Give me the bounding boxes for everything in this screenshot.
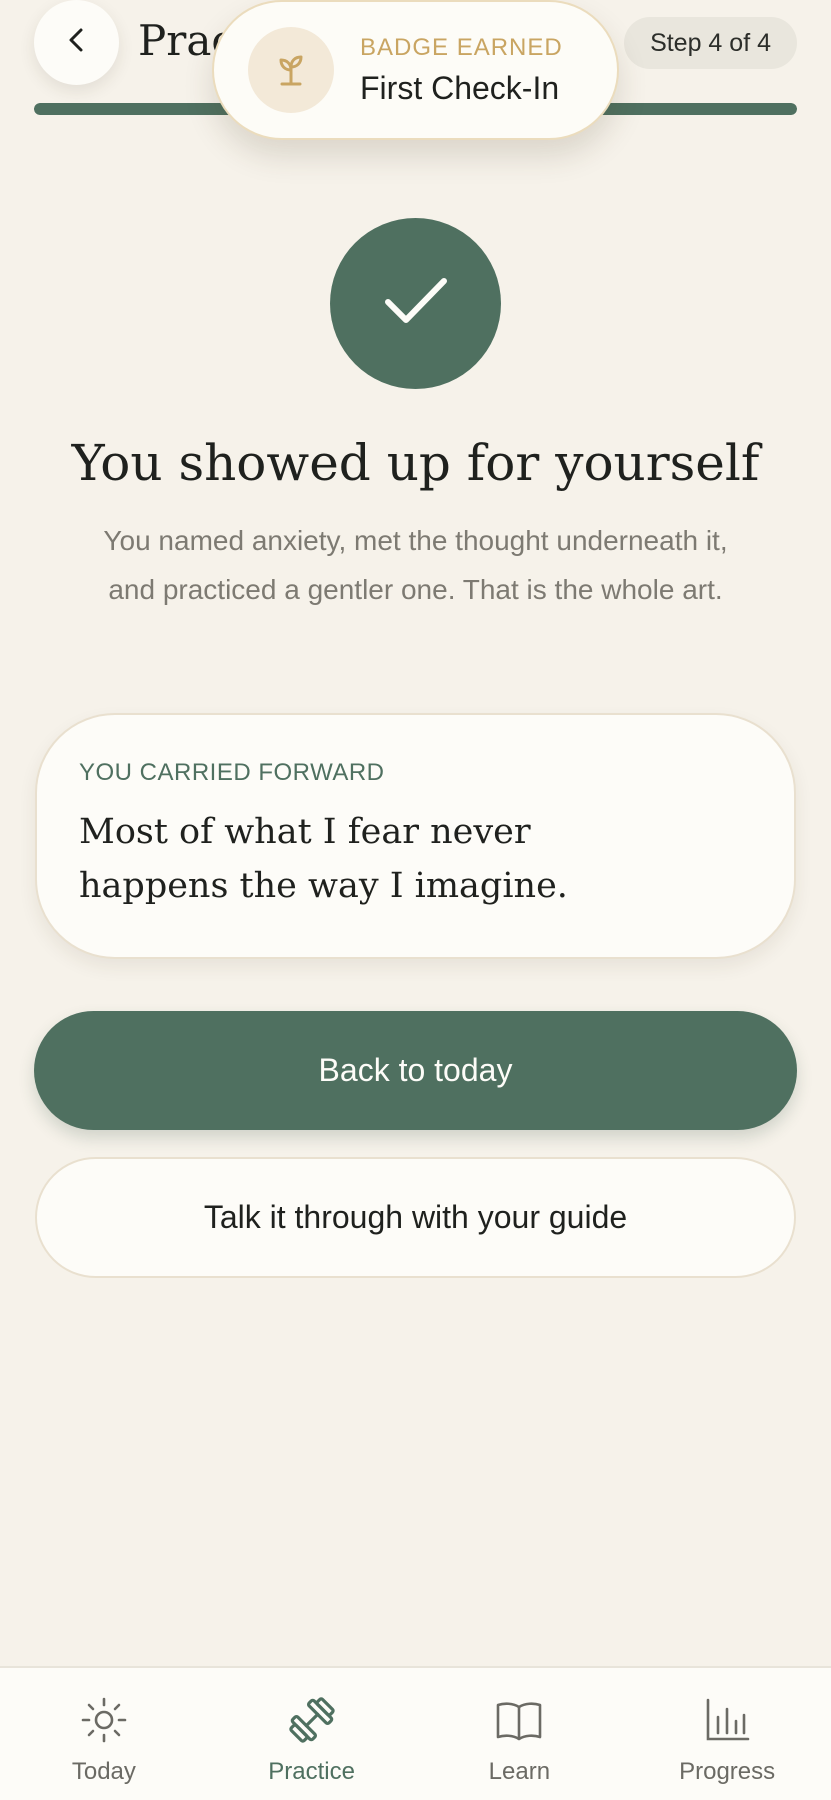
back-to-today-button[interactable]: Back to today — [34, 1011, 797, 1130]
step-indicator: Step 4 of 4 — [624, 17, 797, 69]
completion-body: You named anxiety, met the thought under… — [103, 525, 728, 605]
completion-headline: You showed up for yourself — [71, 434, 760, 492]
nav-label-today: Today — [71, 1758, 136, 1785]
carried-forward-quote: Most of what I fear never happens the wa… — [79, 812, 568, 906]
book-icon — [493, 1694, 545, 1746]
talk-to-guide-button[interactable]: Talk it through with your guide — [35, 1157, 796, 1278]
check-icon — [384, 276, 448, 331]
nav-item-today[interactable]: Today — [0, 1668, 208, 1800]
nav-item-learn[interactable]: Learn — [416, 1668, 624, 1800]
nav-label-practice: Practice — [268, 1758, 355, 1785]
badge-label: BADGE EARNED — [360, 33, 563, 61]
badge-name: First Check-In — [360, 69, 560, 106]
nav-label-progress: Progress — [679, 1758, 776, 1785]
carried-forward-label: YOU CARRIED FORWARD — [79, 759, 385, 786]
chevron-left-icon — [62, 25, 92, 60]
badge-earned-toast[interactable]: BADGE EARNED First Check-In — [212, 0, 619, 140]
bar-chart-icon — [701, 1694, 753, 1746]
dumbbell-icon — [286, 1694, 338, 1746]
nav-item-progress[interactable]: Progress — [623, 1668, 831, 1800]
completion-check — [330, 218, 501, 389]
back-button[interactable] — [34, 0, 119, 85]
bottom-nav: Today Practice Learn Progress — [0, 1666, 831, 1800]
sun-icon — [78, 1694, 130, 1746]
sprout-icon — [248, 27, 334, 113]
carried-forward-card: YOU CARRIED FORWARD Most of what I fear … — [35, 713, 796, 959]
nav-item-practice[interactable]: Practice — [208, 1668, 416, 1800]
nav-label-learn: Learn — [488, 1758, 551, 1785]
